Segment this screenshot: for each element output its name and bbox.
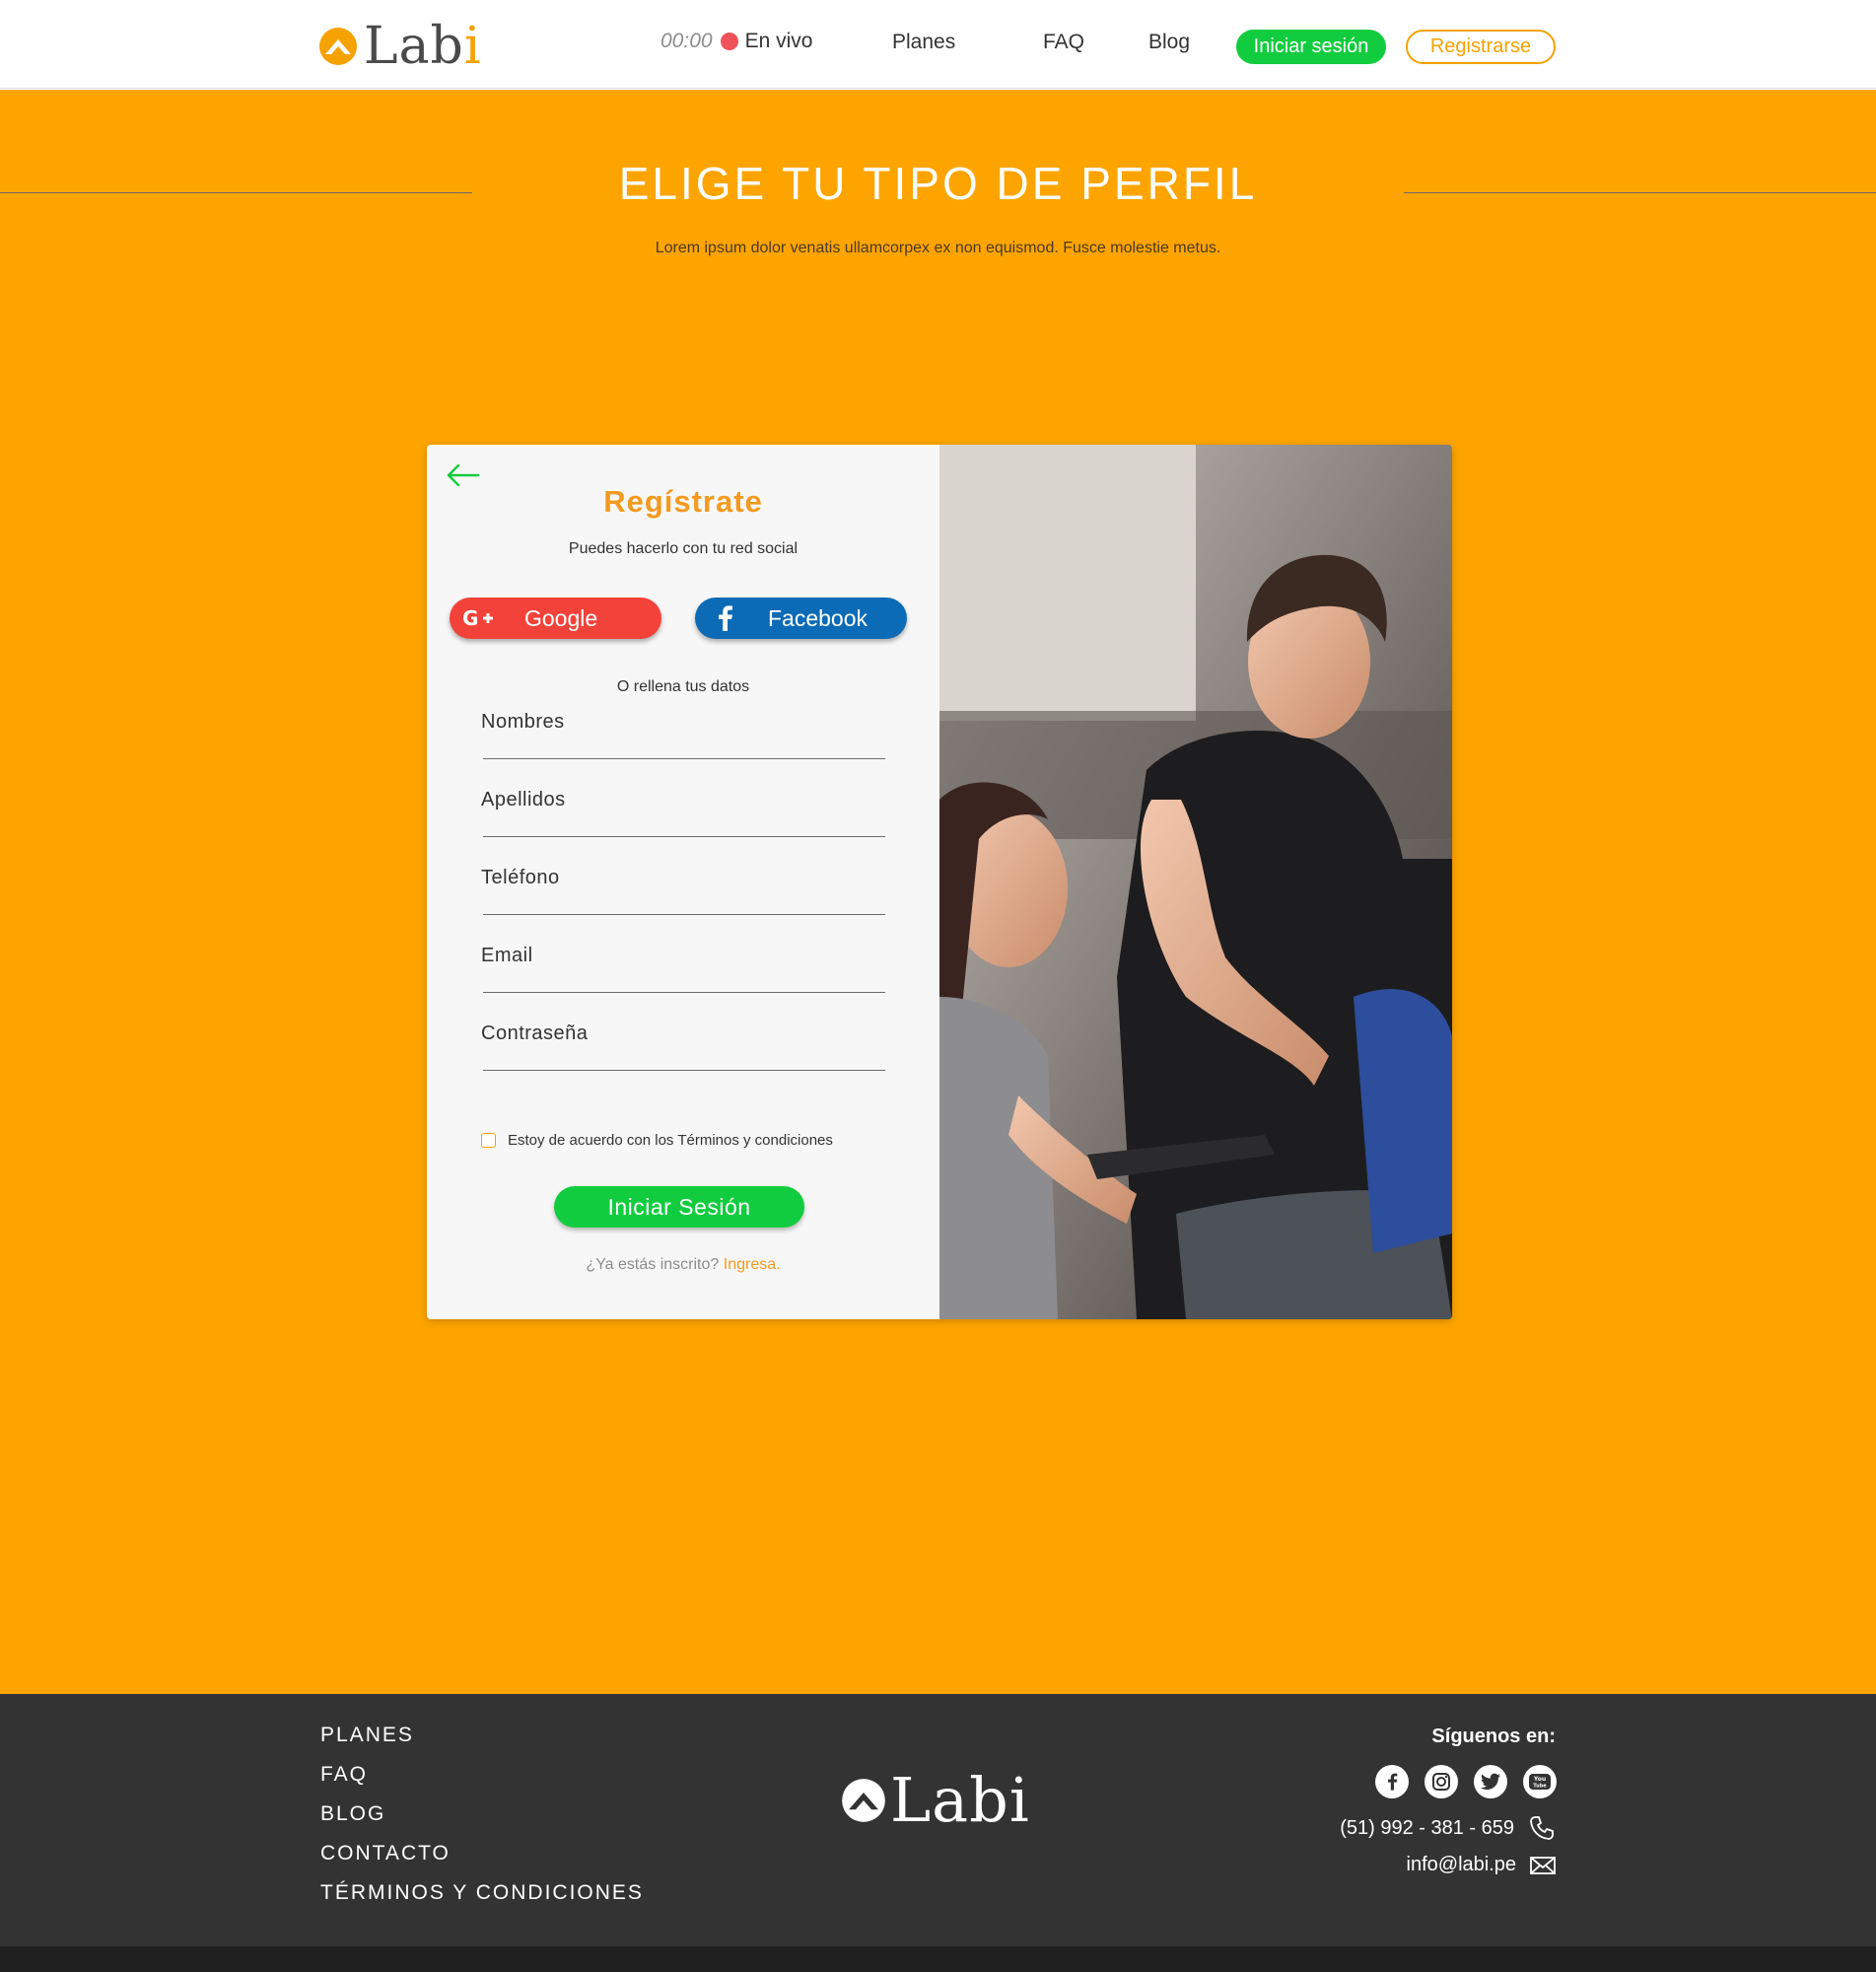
register-button[interactable]: Registrarse	[1406, 30, 1556, 64]
footer-link-planes[interactable]: PLANES	[320, 1724, 644, 1763]
first-name-label: Nombres	[481, 711, 565, 733]
google-signup-button[interactable]: G Google	[450, 598, 661, 639]
login-button[interactable]: Iniciar sesión	[1236, 30, 1386, 64]
youtube-icon[interactable]: You Tube	[1523, 1765, 1557, 1798]
logo-mark-icon	[319, 28, 357, 65]
facebook-label: Facebook	[768, 604, 869, 631]
top-navbar: Labi 00:00 En vivo Planes FAQ Blog Inici…	[0, 0, 1876, 89]
live-time: 00:00	[660, 30, 713, 52]
form-title: Regístrate	[603, 484, 763, 519]
social-icons: You Tube	[1375, 1765, 1557, 1798]
logo[interactable]: Labi	[318, 20, 481, 73]
nav-faq[interactable]: FAQ	[1043, 31, 1084, 54]
facebook-icon[interactable]	[1375, 1765, 1409, 1798]
gym-photo	[939, 445, 1452, 1319]
svg-text:You: You	[1533, 1776, 1546, 1783]
footer-link-faq[interactable]: FAQ	[320, 1763, 644, 1802]
submit-button[interactable]: Iniciar Sesión	[554, 1186, 804, 1228]
terms-label[interactable]: Estoy de acuerdo con los Términos y cond…	[508, 1132, 833, 1149]
footer-email[interactable]: info@labi.pe	[1407, 1854, 1556, 1876]
footer-logo-mark-icon	[842, 1779, 885, 1822]
live-label: En vivo	[744, 30, 813, 52]
social-prompt: Puedes hacerlo con tu red social	[568, 540, 799, 557]
field-underline	[483, 914, 885, 915]
first-name-field[interactable]: Nombres	[481, 707, 885, 766]
footer-bottom-bar	[0, 1946, 1876, 1972]
signup-form: Regístrate Puedes hacerlo con tu red soc…	[427, 445, 939, 1319]
footer-logo-text: Labi	[890, 1764, 1030, 1836]
footer-phone[interactable]: (51) 992 - 381 - 659	[1340, 1814, 1556, 1842]
email-address: info@labi.pe	[1406, 1854, 1516, 1875]
phone-icon	[1530, 1816, 1554, 1840]
phone-number: (51) 992 - 381 - 659	[1340, 1816, 1514, 1839]
svg-text:Tube: Tube	[1533, 1784, 1547, 1790]
follow-label: Síguenos en:	[1431, 1726, 1556, 1747]
signin-link[interactable]: Ingresa.	[724, 1256, 781, 1273]
last-name-field[interactable]: Apellidos	[481, 785, 885, 844]
page-subtitle: Lorem ipsum dolor venatis ullamcorpex ex…	[655, 240, 1221, 256]
phone-label: Teléfono	[481, 867, 560, 888]
signup-card: Regístrate Puedes hacerlo con tu red soc…	[427, 445, 1452, 1319]
logo-text: Labi	[364, 17, 482, 76]
signin-prompt: ¿Ya estás inscrito?	[586, 1256, 720, 1273]
password-label: Contraseña	[481, 1022, 589, 1044]
nav-blog[interactable]: Blog	[1148, 31, 1190, 54]
field-underline	[483, 992, 885, 993]
field-underline	[483, 1070, 885, 1071]
terms-checkbox[interactable]	[481, 1133, 496, 1148]
form-or-label: O rellena tus datos	[616, 678, 750, 695]
field-underline	[483, 836, 885, 837]
email-field[interactable]: Email	[481, 941, 885, 1000]
page-title: ELIGE TU TIPO DE PERFIL	[618, 158, 1258, 209]
email-label: Email	[481, 945, 533, 966]
mail-icon	[1530, 1856, 1556, 1874]
google-plus-icon: G	[450, 607, 509, 629]
live-dot-icon	[720, 33, 738, 50]
twitter-icon[interactable]	[1474, 1765, 1507, 1798]
footer-links: PLANES FAQ BLOG CONTACTO TÉRMINOS Y COND…	[320, 1724, 644, 1921]
footer-link-blog[interactable]: BLOG	[320, 1802, 644, 1842]
facebook-signup-button[interactable]: Facebook	[695, 598, 907, 639]
footer-link-terms[interactable]: TÉRMINOS Y CONDICIONES	[320, 1881, 644, 1921]
field-underline	[483, 758, 885, 759]
live-indicator[interactable]: 00:00 En vivo	[660, 30, 812, 53]
last-name-label: Apellidos	[481, 789, 566, 810]
footer-logo[interactable]: Labi	[841, 1769, 1030, 1832]
google-label: Google	[524, 604, 598, 631]
terms-row: Estoy de acuerdo con los Términos y cond…	[481, 1132, 833, 1149]
footer: PLANES FAQ BLOG CONTACTO TÉRMINOS Y COND…	[0, 1694, 1876, 1946]
hero-section: ELIGE TU TIPO DE PERFIL Lorem ipsum dolo…	[0, 90, 1876, 1694]
instagram-icon[interactable]	[1424, 1765, 1458, 1798]
phone-field[interactable]: Teléfono	[481, 863, 885, 922]
nav-planes[interactable]: Planes	[892, 31, 955, 54]
footer-link-contacto[interactable]: CONTACTO	[320, 1842, 644, 1881]
signin-note: ¿Ya estás inscrito? Ingresa.	[427, 1256, 939, 1274]
password-field[interactable]: Contraseña	[481, 1019, 885, 1078]
facebook-f-icon	[695, 605, 754, 631]
svg-text:G: G	[462, 607, 478, 629]
